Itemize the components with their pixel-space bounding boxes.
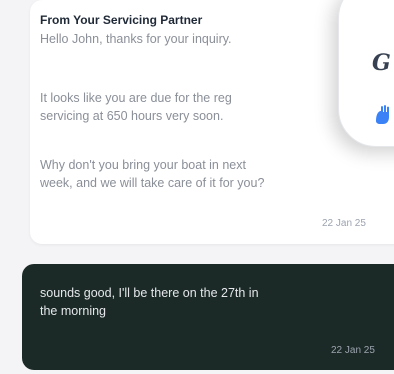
message-timestamp: 22 Jan 25 — [322, 218, 366, 229]
message-sender: From Your Servicing Partner — [40, 13, 203, 27]
reply-line: the morning — [40, 304, 107, 318]
message-line: week, and we will take care of it for yo… — [40, 176, 265, 190]
message-line: Hello John, thanks for your inquiry. — [40, 32, 232, 46]
message-line: Why don't you bring your boat in next — [40, 158, 246, 172]
message-line: servicing at 650 hours very soon. — [40, 109, 224, 123]
chat-screen: From Your Servicing Partner Hello John, … — [0, 0, 394, 374]
reply-timestamp: 22 Jan 25 — [331, 345, 375, 356]
hand-icon — [376, 105, 389, 124]
message-line: It looks like you are due for the reg — [40, 91, 232, 105]
logo-letter: G — [372, 50, 391, 76]
reply-line: sounds good, I'll be there on the 27th i… — [40, 286, 259, 300]
